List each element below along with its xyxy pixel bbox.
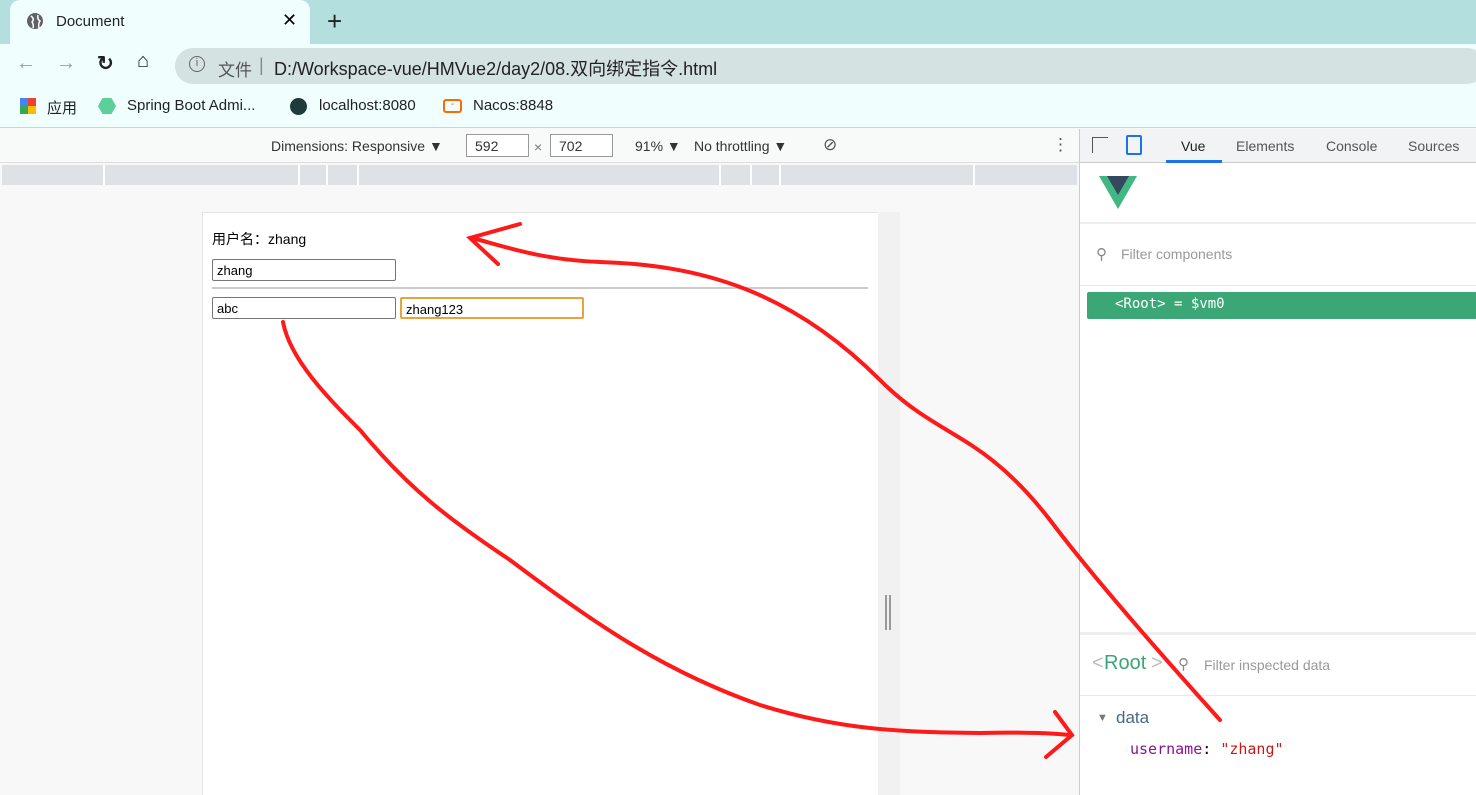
annotation-arrow-to-label [470, 236, 1222, 722]
annotation-arrow-to-devtools [281, 320, 1072, 737]
annotation-arrows [281, 222, 1222, 759]
